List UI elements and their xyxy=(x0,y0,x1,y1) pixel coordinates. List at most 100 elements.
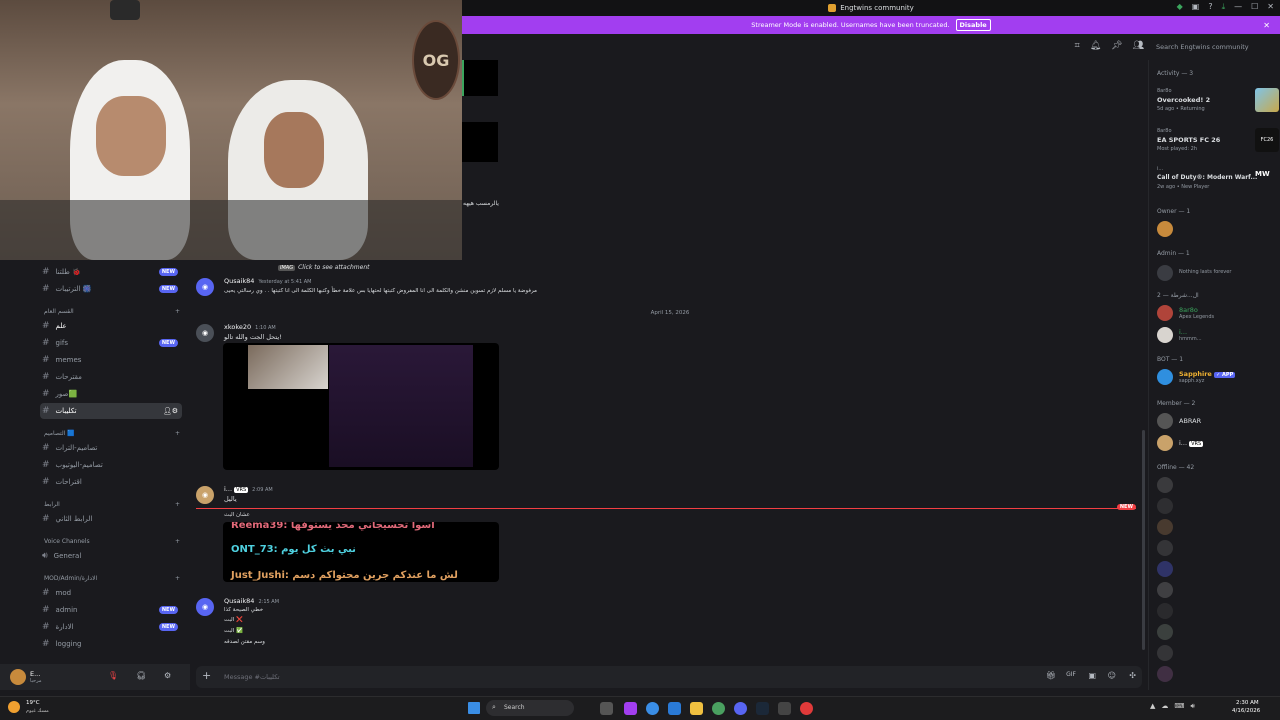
settings-icon[interactable]: 👤︎⚙ xyxy=(163,407,178,415)
maximize-icon[interactable]: ☐ xyxy=(1251,2,1258,12)
download-icon[interactable]: ⤓ xyxy=(1222,2,1226,12)
channel-item[interactable]: # تصاميم-الترات xyxy=(42,440,182,456)
add-channel-icon[interactable]: + xyxy=(175,308,180,315)
clock-time[interactable]: 2:30 AM xyxy=(1236,700,1259,706)
member-list-icon[interactable]: 👥︎ xyxy=(1133,41,1144,51)
app-icon[interactable] xyxy=(668,702,681,715)
member-row[interactable]: Sapphire ✓ APP sapph.xyz xyxy=(1157,368,1275,386)
message-composer[interactable]: + Message #تكليبات 🎁︎ GIF ▣ ☺ ✣ xyxy=(196,666,1142,688)
sticker-icon[interactable]: ▣ xyxy=(1088,671,1096,680)
category-header[interactable]: Voice Channels + xyxy=(44,538,180,545)
attachment-preview[interactable] xyxy=(462,60,498,96)
category-header[interactable]: القسم العام + xyxy=(44,308,180,315)
minimize-icon[interactable]: — xyxy=(1234,2,1242,12)
clock-date[interactable]: 4/16/2026 xyxy=(1232,708,1260,714)
message-author[interactable]: i... VRS 2:09 AM xyxy=(224,485,273,493)
add-channel-icon[interactable]: + xyxy=(175,538,180,545)
category-header[interactable]: الرابط + xyxy=(44,501,180,508)
channel-item[interactable]: # طلتنا 🐞 NEW xyxy=(42,264,182,280)
channel-item[interactable]: # تصاميم-اليوتيوب xyxy=(42,457,182,473)
reply-preview[interactable]: IMAG Click to see attachment xyxy=(278,264,370,271)
add-channel-icon[interactable]: + xyxy=(175,430,180,437)
channel-item[interactable]: # الرابط الثاني xyxy=(42,511,182,527)
channel-item[interactable]: # admin NEW xyxy=(42,602,182,618)
channel-item[interactable]: # الترتيبات 🎆 NEW xyxy=(42,281,182,297)
headphones-icon[interactable]: 🎧︎ xyxy=(136,671,146,680)
message-author[interactable]: Qusaik84 Yesterday at 5:41 AM xyxy=(224,277,311,285)
category-header[interactable]: التصاميم 🟦 + xyxy=(44,430,180,437)
gift-icon[interactable]: 🎁︎ xyxy=(1046,671,1056,680)
channel-item[interactable]: # logging xyxy=(42,636,182,652)
avatar[interactable]: ◉ xyxy=(196,486,214,504)
mute-icon[interactable]: 🎙︎ xyxy=(108,671,118,680)
channel-item[interactable]: # memes xyxy=(42,352,182,368)
nitro-icon[interactable]: ◆ xyxy=(1177,2,1183,12)
member-row[interactable]: ABRAR xyxy=(1157,412,1275,430)
channel-item[interactable]: # mod xyxy=(42,585,182,601)
taskbar-search[interactable]: ⌕ Search xyxy=(486,700,574,716)
file-explorer-icon[interactable] xyxy=(690,702,703,715)
threads-icon[interactable]: ⌗ xyxy=(1075,41,1080,51)
channel-item[interactable]: # مقترحات xyxy=(42,369,182,385)
task-view-icon[interactable] xyxy=(600,702,613,715)
disable-button[interactable]: Disable xyxy=(955,19,991,31)
voice-channel-item[interactable]: 🔊︎ General xyxy=(42,548,182,564)
offline-member-row[interactable] xyxy=(1157,518,1275,536)
chat-scrollbar[interactable] xyxy=(1142,430,1145,650)
member-row[interactable]: i... VRS xyxy=(1157,434,1275,452)
channel-item[interactable]: # اقتراحات xyxy=(42,474,182,490)
search-input[interactable]: Search Engtwins community xyxy=(1152,40,1276,54)
offline-member-row[interactable] xyxy=(1157,602,1275,620)
offline-member-row[interactable] xyxy=(1157,539,1275,557)
pin-icon[interactable]: 📌︎ xyxy=(1111,41,1122,51)
offline-member-row[interactable] xyxy=(1157,560,1275,578)
message-author[interactable]: Qusaik84 2:15 AM xyxy=(224,597,279,605)
obs-icon[interactable] xyxy=(800,702,813,715)
add-channel-icon[interactable]: + xyxy=(175,501,180,508)
image-attachment[interactable]: Reema39: اسوا تحسيجاني محد يستوفها ONT_7… xyxy=(223,522,499,582)
offline-member-row[interactable] xyxy=(1157,476,1275,494)
add-channel-icon[interactable]: + xyxy=(175,575,180,582)
image-attachment[interactable] xyxy=(223,343,499,470)
help-icon[interactable]: ? xyxy=(1208,2,1212,12)
app-icon[interactable] xyxy=(778,702,791,715)
member-row[interactable]: 8ar8o Apex Legends xyxy=(1157,304,1275,322)
offline-member-row[interactable] xyxy=(1157,644,1275,662)
channel-item[interactable]: # علم xyxy=(42,318,182,334)
apps-icon[interactable]: ✣ xyxy=(1129,671,1136,680)
banner-close-icon[interactable]: ✕ xyxy=(1263,21,1270,30)
avatar[interactable] xyxy=(10,669,26,685)
channel-item[interactable]: # الادارة NEW xyxy=(42,619,182,635)
offline-member-row[interactable] xyxy=(1157,623,1275,641)
steam-icon[interactable] xyxy=(756,702,769,715)
windows-start-icon[interactable] xyxy=(468,702,480,714)
offline-member-row[interactable] xyxy=(1157,497,1275,515)
channel-item[interactable]: # صور🟩 xyxy=(42,386,182,402)
notification-bell-icon[interactable]: 🔔︎ xyxy=(1090,41,1101,51)
gif-icon[interactable]: GIF xyxy=(1066,671,1076,678)
inbox-icon[interactable]: ▣ xyxy=(1192,2,1200,12)
chrome-icon[interactable] xyxy=(712,702,725,715)
channel-item[interactable]: # gifs NEW xyxy=(42,335,182,351)
attachment-preview[interactable] xyxy=(462,122,498,162)
app-icon[interactable] xyxy=(624,702,637,715)
edge-icon[interactable] xyxy=(646,702,659,715)
offline-member-row[interactable] xyxy=(1157,665,1275,683)
avatar[interactable]: ◉ xyxy=(196,278,214,296)
emoji-icon[interactable]: ☺ xyxy=(1108,671,1116,680)
user-settings-icon[interactable]: ⚙ xyxy=(164,671,171,680)
weather-icon[interactable] xyxy=(8,701,20,713)
member-row[interactable]: Nothing lasts forever xyxy=(1157,264,1275,282)
offline-member-row[interactable] xyxy=(1157,581,1275,599)
message-input[interactable]: Message #تكليبات xyxy=(224,673,280,681)
discord-icon[interactable] xyxy=(734,702,747,715)
member-row[interactable]: i... hmmm... xyxy=(1157,326,1275,344)
close-icon[interactable]: ✕ xyxy=(1267,2,1274,12)
channel-item-selected[interactable]: # تكليبات 👤︎⚙ xyxy=(40,403,182,419)
add-attachment-icon[interactable]: + xyxy=(202,669,211,682)
member-row[interactable] xyxy=(1157,220,1275,238)
activity-card[interactable]: 8ar8o EA SPORTS FC 26 Most played: 2h FC… xyxy=(1157,126,1279,152)
avatar[interactable]: ◉ xyxy=(196,324,214,342)
activity-card[interactable]: 8ar8o Overcooked! 2 5d ago • Returning xyxy=(1157,86,1279,112)
message-author[interactable]: xkoke20 1:10 AM xyxy=(224,323,276,331)
